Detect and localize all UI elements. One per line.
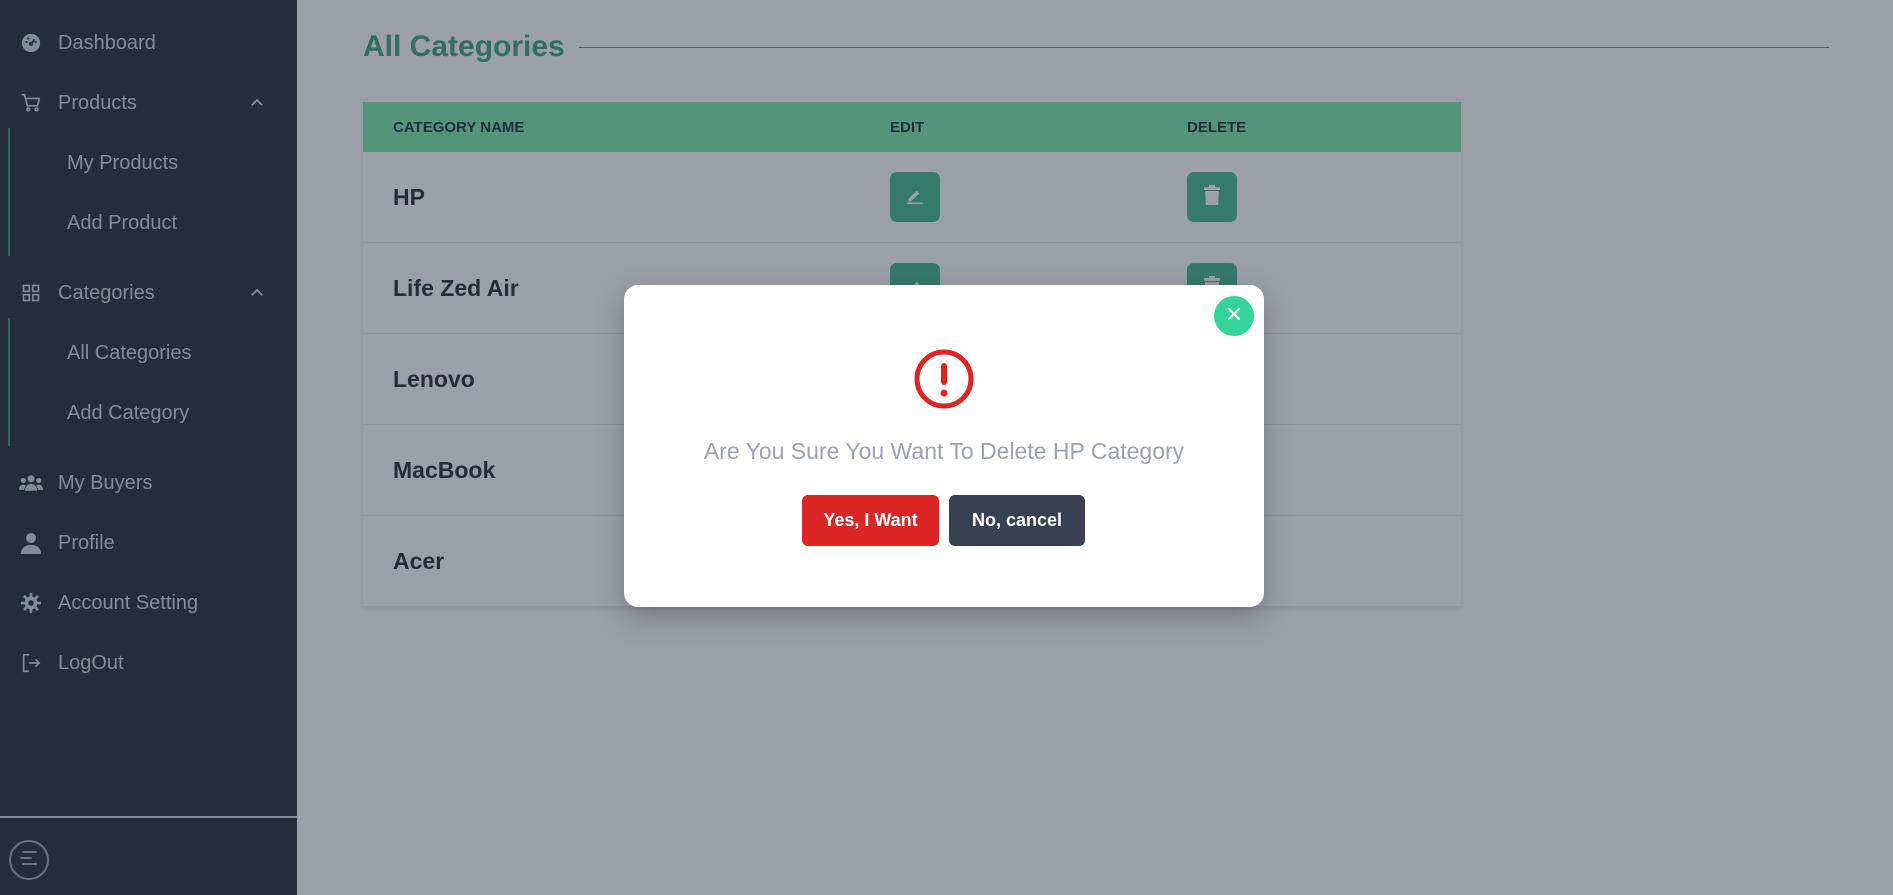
warning-icon	[914, 349, 974, 409]
cancel-button[interactable]: No, cancel	[949, 495, 1085, 546]
close-icon	[1226, 306, 1242, 327]
delete-confirm-dialog: Are You Sure You Want To Delete HP Categ…	[624, 285, 1264, 607]
dialog-message: Are You Sure You Want To Delete HP Categ…	[703, 438, 1185, 464]
confirm-delete-button[interactable]: Yes, I Want	[802, 495, 939, 546]
close-button[interactable]	[1214, 296, 1254, 336]
